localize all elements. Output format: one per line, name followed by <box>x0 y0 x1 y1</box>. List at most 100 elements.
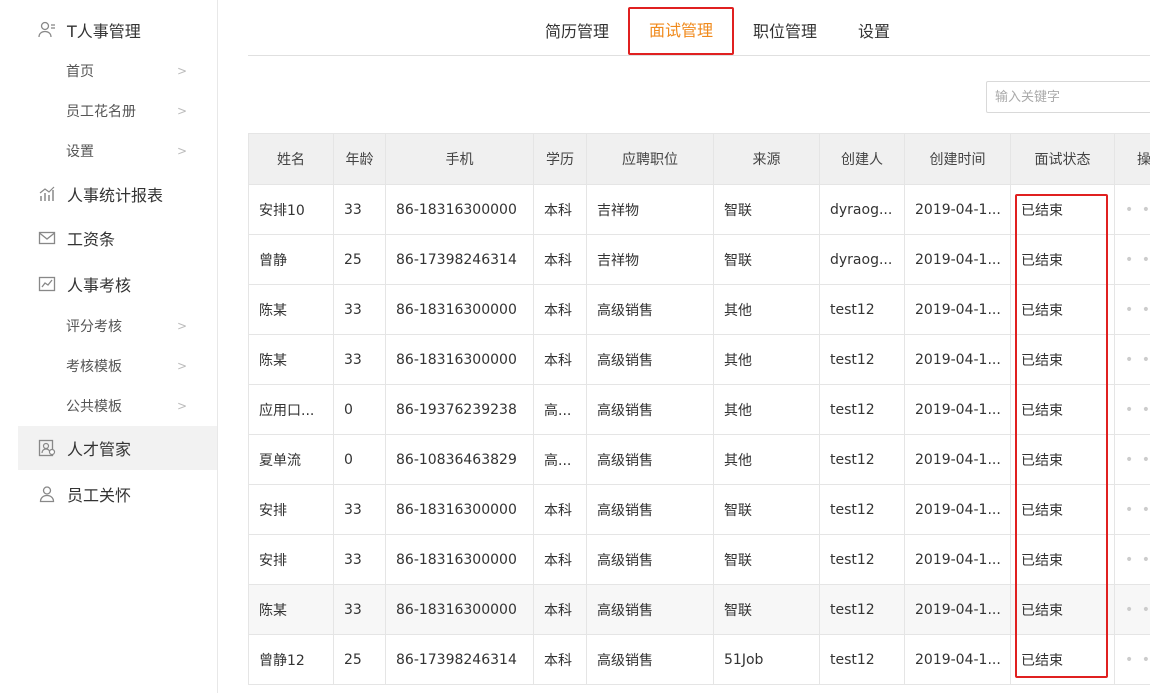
sub-item-label: 评分考核 <box>66 319 122 335</box>
table-row[interactable]: 陈某 33 86-18316300000 本科 高级销售 其他 test12 2019-04-… <box>248 334 1150 385</box>
menu-talent-manager[interactable]: 人才管家 <box>18 426 217 470</box>
cell-interview-status: 已结束 <box>1010 484 1115 535</box>
cell-phone: 86-18316300000 <box>385 534 534 585</box>
cell-created-time: 2019-04-1... <box>904 434 1011 485</box>
tab-resume[interactable]: 简历管理 <box>536 14 618 50</box>
tab-settings[interactable]: 设置 <box>844 14 904 50</box>
table-row[interactable]: 陈某 33 86-18316300000 本科 高级销售 其他 test12 2019-04-… <box>248 284 1150 335</box>
menu-employee-care[interactable]: 员工关怀 <box>18 472 217 516</box>
sidebar: T人事管理 首页 > 员工花名册 > 设置 > 人事统计报表 工资条 人事考核 … <box>18 0 218 693</box>
cell-position: 高级销售 <box>586 284 714 335</box>
sub-item-settings[interactable]: 设置 > <box>18 131 217 171</box>
row-actions-icon[interactable]: • • <box>1114 384 1150 435</box>
cell-interview-status: 已结束 <box>1010 234 1115 285</box>
header-age[interactable]: 年龄 <box>333 133 386 185</box>
mail-icon <box>38 229 56 247</box>
cell-age: 33 <box>333 534 386 585</box>
header-interview-status[interactable]: 面试状态 <box>1010 133 1115 185</box>
header-education[interactable]: 学历 <box>533 133 587 185</box>
header-creator[interactable]: 创建人 <box>819 133 905 185</box>
menu-payslip[interactable]: 工资条 <box>18 216 217 260</box>
top-tabs: 简历管理 面试管理 职位管理 设置 <box>248 0 1150 56</box>
cell-age: 33 <box>333 184 386 235</box>
cell-phone: 86-18316300000 <box>385 184 534 235</box>
menu-hr-management[interactable]: T人事管理 <box>18 8 217 52</box>
chevron-right-icon: > <box>176 64 187 78</box>
row-actions-icon[interactable]: • • <box>1114 534 1150 585</box>
sub-item-templates[interactable]: 考核模板 > <box>18 346 217 386</box>
row-actions-icon[interactable]: • • <box>1114 284 1150 335</box>
cell-phone: 86-18316300000 <box>385 334 534 385</box>
search-input[interactable] <box>986 81 1150 113</box>
sub-item-public-templates[interactable]: 公共模板 > <box>18 386 217 426</box>
row-actions-icon[interactable]: • • <box>1114 234 1150 285</box>
chevron-right-icon: > <box>176 104 187 118</box>
row-actions-icon[interactable]: • • <box>1114 434 1150 485</box>
cell-age: 33 <box>333 484 386 535</box>
row-actions-icon[interactable]: • • <box>1114 184 1150 235</box>
cell-age: 0 <box>333 384 386 435</box>
cell-education: 本科 <box>533 334 587 385</box>
table-row[interactable]: 曾静12 25 86-17398246314 本科 高级销售 51Job test12 201… <box>248 634 1150 685</box>
cell-source: 智联 <box>713 184 820 235</box>
cell-creator: test12 <box>819 334 905 385</box>
menu-label: T人事管理 <box>67 22 141 41</box>
cell-education: 本科 <box>533 634 587 685</box>
cell-creator: test12 <box>819 284 905 335</box>
cell-education: 高... <box>533 434 587 485</box>
tab-positions[interactable]: 职位管理 <box>744 14 826 50</box>
cell-name: 安排 <box>248 534 334 585</box>
cell-phone: 86-18316300000 <box>385 284 534 335</box>
cell-age: 33 <box>333 584 386 635</box>
cell-phone: 86-19376239238 <box>385 384 534 435</box>
cell-phone: 86-17398246314 <box>385 634 534 685</box>
cell-source: 智联 <box>713 584 820 635</box>
cell-education: 本科 <box>533 484 587 535</box>
table-row[interactable]: 陈某 33 86-18316300000 本科 高级销售 智联 test12 2019-04-… <box>248 584 1150 635</box>
sub-item-roster[interactable]: 员工花名册 > <box>18 91 217 131</box>
cell-name: 安排 <box>248 484 334 535</box>
table-row[interactable]: 曾静 25 86-17398246314 本科 吉祥物 智联 dyraog... 2019-0… <box>248 234 1150 285</box>
sub-item-home[interactable]: 首页 > <box>18 51 217 91</box>
table-row[interactable]: 安排 33 86-18316300000 本科 高级销售 智联 test12 2019-04-… <box>248 534 1150 585</box>
tab-interview[interactable]: 面试管理 <box>628 7 734 55</box>
table-row[interactable]: 安排 33 86-18316300000 本科 高级销售 智联 test12 2019-04-… <box>248 484 1150 535</box>
table-row[interactable]: 应用口... 0 86-19376239238 高... 高级销售 其他 test12 201… <box>248 384 1150 435</box>
cell-creator: test12 <box>819 384 905 435</box>
menu-hr-report[interactable]: 人事统计报表 <box>18 172 217 216</box>
cell-age: 33 <box>333 334 386 385</box>
header-name[interactable]: 姓名 <box>248 133 334 185</box>
cell-phone: 86-18316300000 <box>385 584 534 635</box>
header-phone[interactable]: 手机 <box>385 133 534 185</box>
cell-source: 其他 <box>713 384 820 435</box>
cell-creator: dyraog... <box>819 184 905 235</box>
line-chart-icon <box>38 275 56 293</box>
cell-creator: dyraog... <box>819 234 905 285</box>
sub-item-scoring[interactable]: 评分考核 > <box>18 306 217 346</box>
header-position[interactable]: 应聘职位 <box>586 133 714 185</box>
cell-interview-status: 已结束 <box>1010 384 1115 435</box>
row-actions-icon[interactable]: • • <box>1114 484 1150 535</box>
cell-position: 高级销售 <box>586 434 714 485</box>
cell-source: 其他 <box>713 334 820 385</box>
cell-source: 智联 <box>713 534 820 585</box>
cell-name: 曾静 <box>248 234 334 285</box>
table-row[interactable]: 安排10 33 86-18316300000 本科 吉祥物 智联 dyraog... 2019… <box>248 184 1150 235</box>
cell-interview-status: 已结束 <box>1010 184 1115 235</box>
cell-interview-status: 已结束 <box>1010 434 1115 485</box>
chevron-right-icon: > <box>176 319 187 333</box>
menu-hr-assessment[interactable]: 人事考核 <box>18 262 217 306</box>
row-actions-icon[interactable]: • • <box>1114 334 1150 385</box>
header-actions: 操 <box>1114 133 1150 185</box>
cell-name: 曾静12 <box>248 634 334 685</box>
table-row[interactable]: 夏单流 0 86-10836463829 高... 高级销售 其他 test12 2019-0… <box>248 434 1150 485</box>
header-created-time[interactable]: 创建时间 <box>904 133 1011 185</box>
cell-interview-status: 已结束 <box>1010 634 1115 685</box>
cell-position: 高级销售 <box>586 634 714 685</box>
menu-label: 工资条 <box>67 230 116 249</box>
header-source[interactable]: 来源 <box>713 133 820 185</box>
cell-age: 0 <box>333 434 386 485</box>
row-actions-icon[interactable]: • • <box>1114 634 1150 685</box>
cell-position: 高级销售 <box>586 534 714 585</box>
row-actions-icon[interactable]: • • <box>1114 584 1150 635</box>
